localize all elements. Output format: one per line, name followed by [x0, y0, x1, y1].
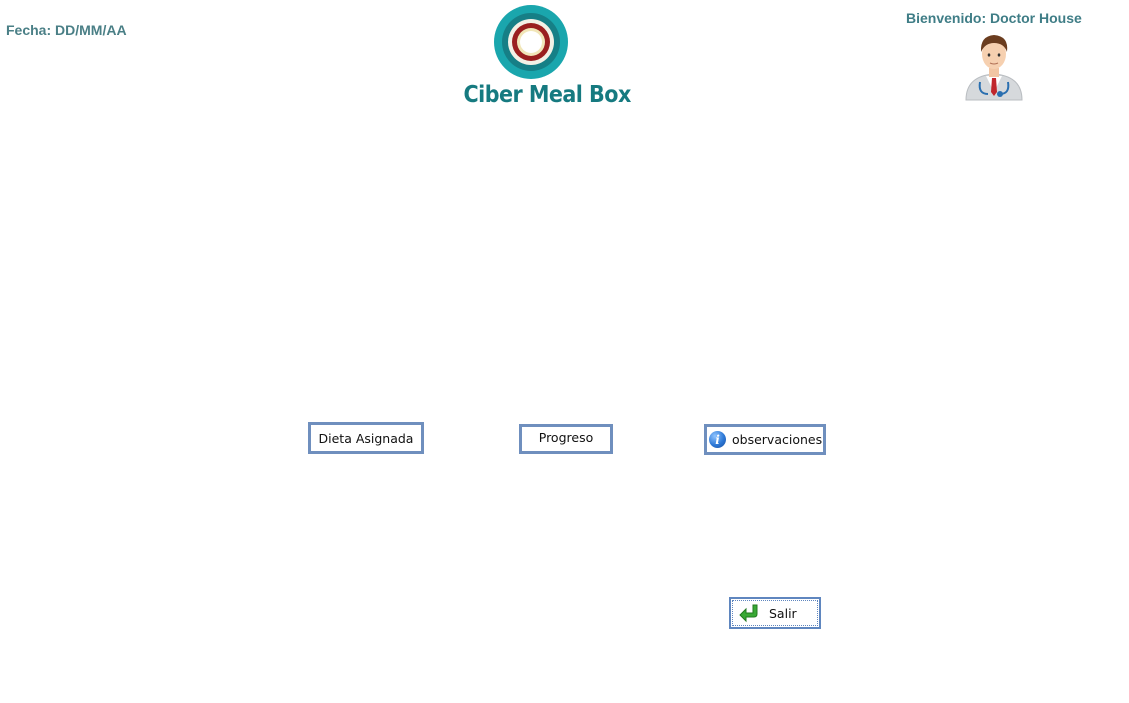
assigned-diet-label: Dieta Asignada [318, 430, 414, 446]
brand-name: Ciber Meal Box [463, 82, 632, 108]
return-arrow-icon [739, 603, 761, 623]
app-logo: Ciber Meal Box [456, 4, 632, 116]
progress-label: Progreso [538, 430, 594, 445]
exit-button[interactable]: Salir [729, 597, 821, 629]
date-label: Fecha: DD/MM/AA [6, 22, 127, 38]
assigned-diet-button[interactable]: Dieta Asignada [308, 422, 424, 454]
info-icon: i [709, 431, 726, 448]
doctor-avatar-icon [965, 35, 1023, 101]
exit-label: Salir [769, 605, 797, 621]
observations-button[interactable]: i observaciones [704, 424, 826, 455]
observations-label: observaciones [732, 432, 823, 447]
main-window: Fecha: DD/MM/AA Ciber Meal Box Bienvenid… [0, 0, 1129, 703]
progress-button[interactable]: Progreso [519, 424, 613, 454]
welcome-label: Bienvenido: Doctor House [906, 10, 1082, 26]
ring-logo-icon [494, 5, 568, 79]
doctor-avatar [962, 30, 1026, 102]
